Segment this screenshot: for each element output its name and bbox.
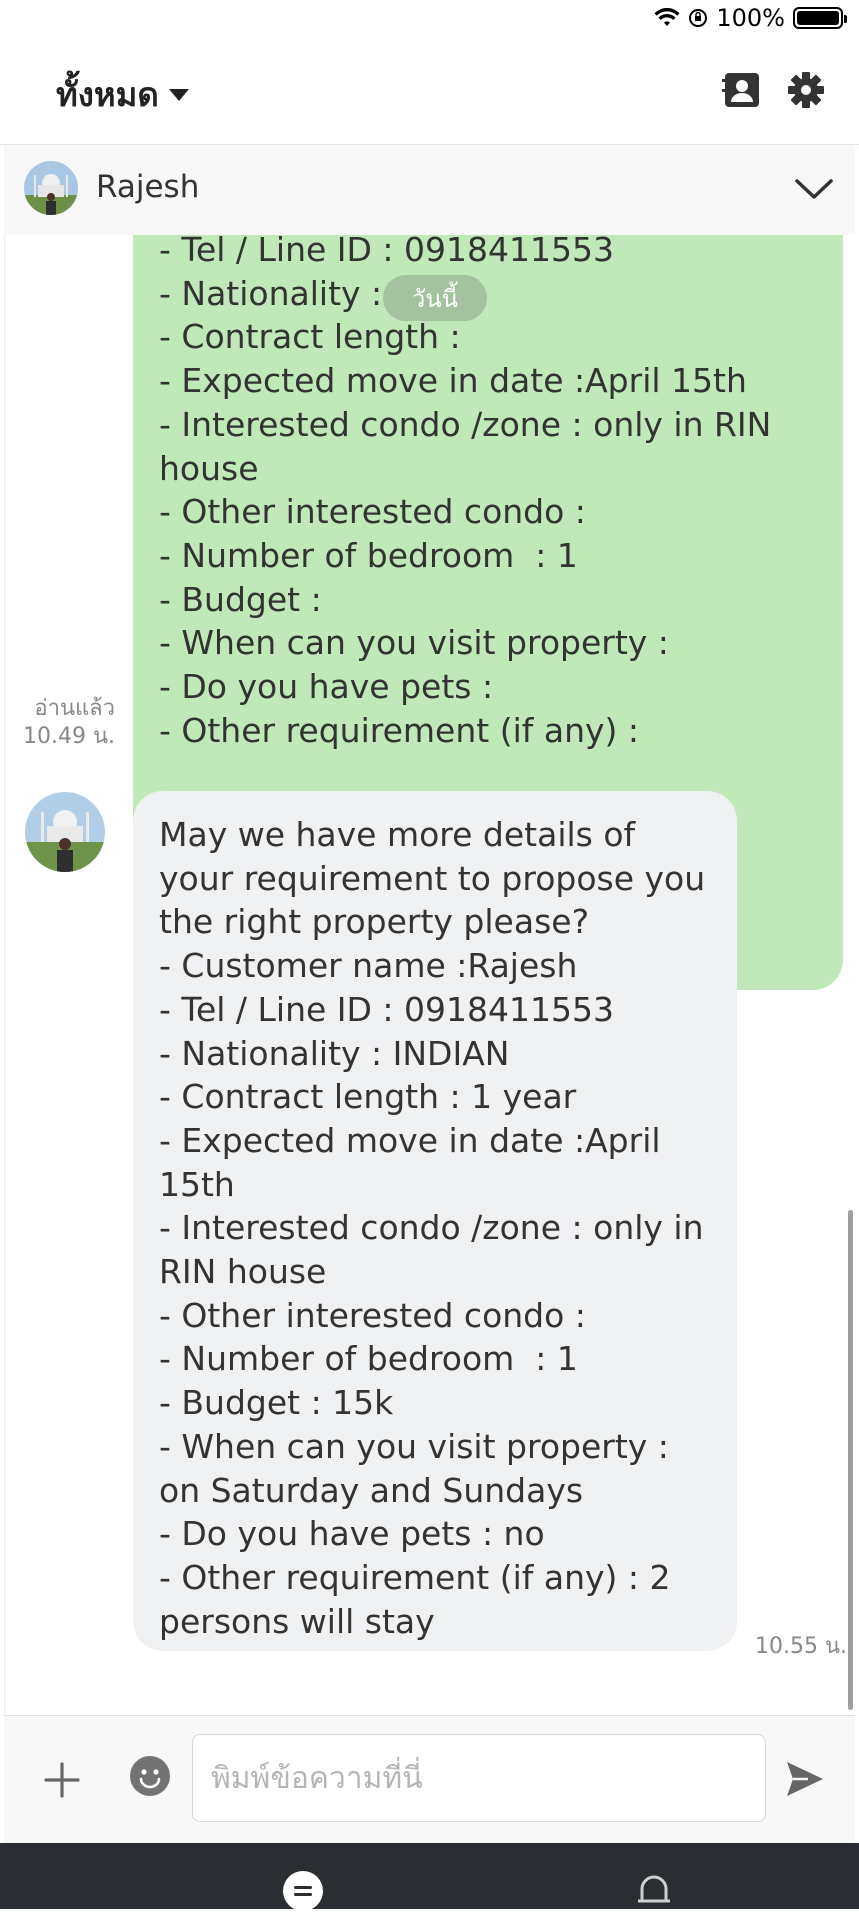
message-input-bar [4,1715,855,1844]
sent-message-meta: อ่านแล้ว 10.49 น. [5,695,115,751]
gear-icon[interactable] [786,70,826,110]
contact-name: Rajesh [96,169,200,205]
chevron-down-icon[interactable] [793,169,835,211]
contacts-icon[interactable] [722,70,762,110]
bottom-navigation [0,1843,859,1911]
chat-filter-dropdown[interactable]: ทั้งหมด [56,68,189,121]
caret-down-icon [168,88,189,101]
filter-label: ทั้งหมด [56,75,159,114]
read-receipt: อ่านแล้ว [34,696,115,721]
sender-avatar[interactable] [25,792,105,872]
battery-icon [793,7,847,29]
bell-icon[interactable] [632,1867,676,1911]
wifi-icon [654,8,680,26]
battery-percent: 100% [716,4,785,32]
chat-header[interactable]: Rajesh [4,144,855,236]
message-scrollbar[interactable] [848,1210,853,1710]
send-icon[interactable] [784,1758,826,1800]
received-message-time: 10.55 น. [754,1634,847,1659]
sent-message-time: 10.49 น. [22,724,115,749]
chat-tab-icon[interactable] [283,1871,323,1911]
orientation-lock-icon [689,9,708,27]
status-indicators: 100% [654,4,847,32]
contact-avatar[interactable] [24,161,78,215]
plus-icon[interactable] [42,1760,82,1800]
app-header: ทั้งหมด [0,40,859,145]
message-list[interactable]: - Tel / Line ID : 0918411553 - Nationali… [4,235,856,1715]
message-input[interactable] [192,1734,766,1822]
emoji-icon[interactable] [130,1756,170,1796]
status-bar: 100% [0,0,859,40]
date-separator: วันนี้ [383,275,487,321]
received-message-bubble[interactable]: May we have more details of your require… [133,791,737,1651]
battery-fill [797,11,839,25]
